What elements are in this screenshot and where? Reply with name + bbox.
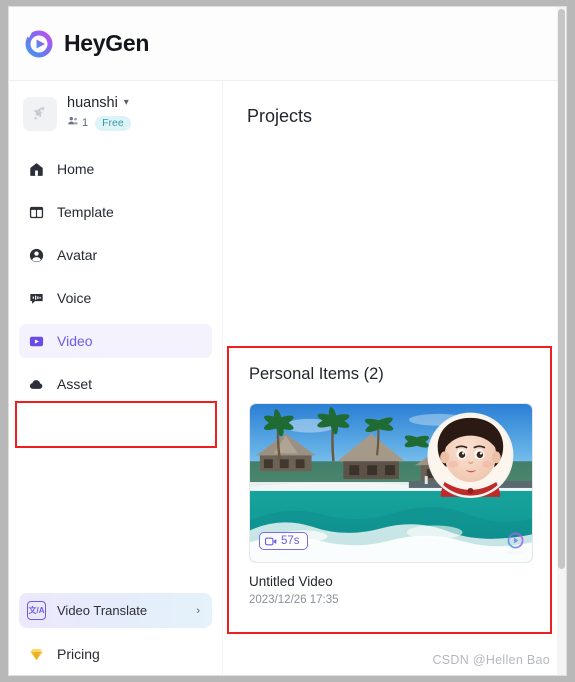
duration-text: 57s [281,535,300,547]
voice-icon [27,289,45,307]
sidebar-item-label: Video Translate [57,603,148,618]
avatar-icon [27,246,45,264]
personal-items-heading: Personal Items (2) [249,365,384,383]
app-body: huanshi ▾ 1 Free Home Template Avatar Vo… [9,81,566,675]
heygen-play-logo-icon [507,532,524,549]
brand-title: HeyGen [64,30,150,56]
chevron-right-icon[interactable]: › [196,605,200,617]
heygen-play-logo-icon[interactable] [23,28,55,60]
sidebar-nav: Home Template Avatar Voice Video Asset [9,152,222,401]
sidebar: huanshi ▾ 1 Free Home Template Avatar Vo… [9,81,222,675]
asset-cloud-icon [27,375,45,393]
sidebar-item-voice[interactable]: Voice [19,281,212,315]
main-content: Projects Personal Items (2) 57s HeyGen U… [222,81,566,675]
csdn-watermark: CSDN @Hellen Bao [432,653,550,667]
chevron-down-icon[interactable]: ▾ [124,98,129,108]
annotation-box-video-nav [15,401,217,448]
sidebar-item-home[interactable]: Home [19,152,212,186]
app-header: HeyGen [9,7,566,81]
sidebar-item-video[interactable]: Video [19,324,212,358]
vertical-scrollbar-track[interactable] [557,7,566,675]
members-count: 1 [82,117,89,129]
sidebar-item-template[interactable]: Template [19,195,212,229]
translate-icon: 文/A [27,601,46,620]
sidebar-item-label: Avatar [57,247,98,263]
pricing-diamond-icon [27,645,45,663]
video-camera-icon [265,537,277,546]
sidebar-item-label: Pricing [57,646,100,662]
heygen-watermark: HeyGen [506,532,524,555]
template-icon [27,203,45,221]
personal-items-section: Personal Items (2) 57s HeyGen Untitled V… [227,346,552,634]
duration-badge: 57s [259,532,308,550]
sidebar-item-avatar[interactable]: Avatar [19,238,212,272]
sidebar-item-asset[interactable]: Asset [19,367,212,401]
video-card[interactable]: 57s HeyGen Untitled Video 2023/12/26 17:… [249,403,533,606]
sidebar-item-label: Voice [57,290,92,306]
watermark-text: HeyGen [506,550,524,555]
sidebar-item-label: Home [57,161,95,177]
plan-badge[interactable]: Free [95,115,131,131]
video-icon [27,332,45,350]
sidebar-item-video-translate[interactable]: 文/A Video Translate › [19,593,212,628]
members-icon [67,114,79,132]
video-thumbnail[interactable]: 57s HeyGen [249,403,533,563]
video-card-date: 2023/12/26 17:35 [249,594,339,606]
account-block[interactable]: huanshi ▾ 1 Free [9,81,222,142]
account-info: huanshi ▾ 1 Free [67,95,131,132]
sidebar-item-label: Template [57,204,114,220]
home-icon [27,160,45,178]
account-name: huanshi [67,95,118,111]
sidebar-bottom-nav: Pricing Labs [9,637,222,675]
rocket-avatar-icon [23,96,57,131]
app-window: HeyGen huanshi ▾ 1 Free Home Template Av… [8,6,567,676]
sidebar-item-label: Asset [57,376,93,392]
sidebar-item-label: Video [57,333,93,349]
video-card-title: Untitled Video [249,574,333,589]
vertical-scrollbar-thumb[interactable] [558,9,565,569]
translate-icon-text: 文/A [28,605,45,615]
sidebar-item-pricing[interactable]: Pricing [19,637,212,671]
page-title: Projects [247,106,313,126]
